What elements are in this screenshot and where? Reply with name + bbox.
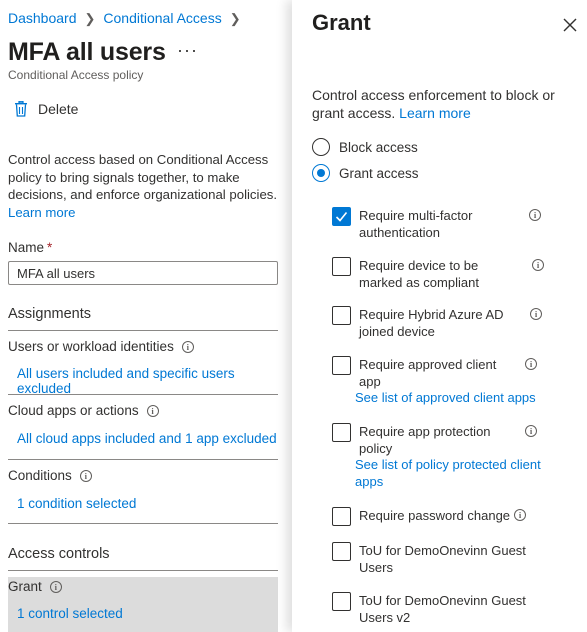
info-icon[interactable]: i <box>79 469 92 482</box>
users-label-text: Users or workload identities <box>8 339 174 354</box>
divider <box>8 394 278 395</box>
grant-access-label: Grant access <box>339 165 419 181</box>
tou-label: ToU for DemoOnevinn Guest Users <box>359 543 526 575</box>
page-title: MFA all users <box>8 38 166 66</box>
users-value-link[interactable]: All users included and specific users ex… <box>17 366 292 396</box>
tou-v2-label: ToU for DemoOnevinn Guest Users v2 <box>359 593 526 625</box>
info-icon[interactable]: i <box>525 358 537 370</box>
approved-app-label: Require approved client app <box>359 357 497 389</box>
name-label-text: Name <box>8 240 45 255</box>
breadcrumb-dashboard[interactable]: Dashboard <box>8 10 77 26</box>
description-text: Control access based on Conditional Acce… <box>8 152 278 202</box>
delete-label: Delete <box>38 101 79 117</box>
tou-v2-checkbox[interactable] <box>332 592 351 611</box>
app-protection-checkbox[interactable] <box>332 423 351 442</box>
block-access-radio[interactable] <box>312 138 330 156</box>
divider <box>8 570 278 571</box>
approved-app-checkbox[interactable] <box>332 356 351 375</box>
grant-value-link[interactable]: 1 control selected <box>17 606 123 621</box>
policy-description: Control access based on Conditional Acce… <box>8 151 278 221</box>
breadcrumb-conditional-access[interactable]: Conditional Access <box>103 10 221 26</box>
compliant-device-label: Require device to be marked as compliant <box>359 258 479 290</box>
grant-label: Grant i <box>8 579 62 594</box>
panel-learn-more-link[interactable]: Learn more <box>399 105 471 121</box>
password-change-checkbox[interactable] <box>332 507 351 526</box>
panel-description: Control access enforcement to block or g… <box>312 86 577 122</box>
required-marker: * <box>47 240 53 255</box>
policy-blade: Dashboard ❯ Conditional Access ❯ MFA all us… <box>0 0 292 632</box>
block-access-option[interactable]: Block access <box>312 138 418 156</box>
more-options-button[interactable]: ··· <box>177 40 198 61</box>
divider <box>8 330 278 331</box>
hybrid-ad-checkbox[interactable] <box>332 306 351 325</box>
name-input[interactable] <box>8 261 278 285</box>
info-icon[interactable]: i <box>529 209 541 221</box>
approved-apps-list-link[interactable]: See list of approved client apps <box>355 389 555 406</box>
apps-value-link[interactable]: All cloud apps included and 1 app exclud… <box>17 431 277 446</box>
access-controls-heading: Access controls <box>8 546 110 562</box>
app-protection-label: Require app protection policy <box>359 424 491 456</box>
info-icon[interactable]: i <box>525 425 537 437</box>
users-label: Users or workload identities i <box>8 339 194 354</box>
delete-button[interactable]: Delete <box>14 101 78 117</box>
compliant-device-checkbox[interactable] <box>332 257 351 276</box>
info-icon[interactable]: i <box>146 404 159 417</box>
apps-label-text: Cloud apps or actions <box>8 403 139 418</box>
trash-icon <box>15 101 27 117</box>
info-icon[interactable]: i <box>532 259 544 271</box>
hybrid-ad-label: Require Hybrid Azure AD joined device <box>359 307 504 339</box>
protected-apps-list-link[interactable]: See list of policy protected client apps <box>355 456 555 490</box>
checkmark-icon <box>335 211 348 222</box>
chevron-right-icon: ❯ <box>229 11 241 26</box>
mfa-checkbox[interactable] <box>332 207 351 226</box>
name-label: Name * <box>8 240 52 255</box>
mfa-label: Require multi-factor authentication <box>359 208 473 240</box>
conditions-label: Conditions i <box>8 468 92 483</box>
divider <box>8 523 278 524</box>
block-access-label: Block access <box>339 139 418 155</box>
info-icon[interactable]: i <box>530 308 542 320</box>
tou-checkbox[interactable] <box>332 542 351 561</box>
page-subtitle: Conditional Access policy <box>8 68 144 82</box>
info-icon[interactable]: i <box>49 580 62 593</box>
panel-title: Grant <box>312 10 371 35</box>
grant-panel: Grant Control access enforcement to bloc… <box>292 0 587 632</box>
divider <box>8 459 278 460</box>
chevron-right-icon: ❯ <box>84 11 96 26</box>
info-icon[interactable]: i <box>181 340 194 353</box>
conditions-value-link[interactable]: 1 condition selected <box>17 496 136 511</box>
breadcrumb: Dashboard ❯ Conditional Access ❯ <box>8 10 249 27</box>
grant-access-option[interactable]: Grant access <box>312 164 419 182</box>
info-icon[interactable]: i <box>514 509 526 521</box>
grant-access-radio[interactable] <box>312 164 330 182</box>
apps-label: Cloud apps or actions i <box>8 403 159 418</box>
conditions-label-text: Conditions <box>8 468 72 483</box>
assignments-heading: Assignments <box>8 306 92 322</box>
close-icon[interactable] <box>562 17 578 33</box>
grant-label-text: Grant <box>8 579 42 594</box>
password-change-label: Require password change <box>359 508 511 523</box>
learn-more-link[interactable]: Learn more <box>8 205 75 220</box>
